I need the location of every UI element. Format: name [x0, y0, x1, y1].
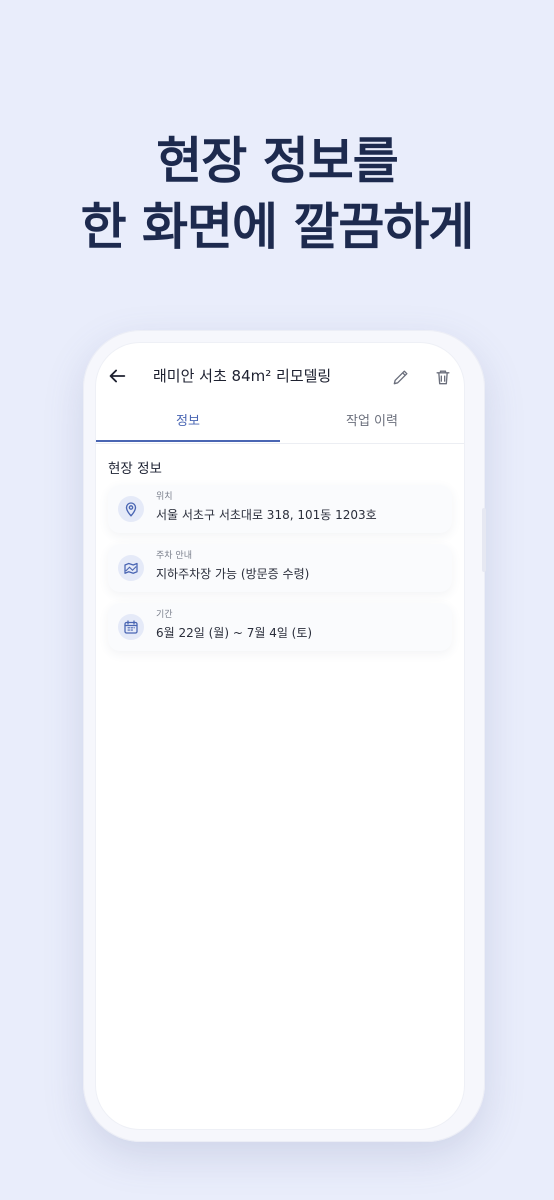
card-value: 지하주차장 가능 (방문증 수령): [156, 567, 310, 581]
card-value: 서울 서초구 서초대로 318, 101동 1203호: [156, 508, 377, 522]
card-label: 주차 안내: [156, 551, 192, 561]
info-card-period[interactable]: 기간 6월 22일 (월) ~ 7월 4일 (토): [108, 603, 452, 651]
card-label: 위치: [156, 492, 173, 502]
tab-work-history[interactable]: 작업 이력: [280, 409, 464, 444]
back-arrow-icon[interactable]: [106, 365, 128, 387]
info-card-location[interactable]: 위치 서울 서초구 서초대로 318, 101동 1203호: [108, 485, 452, 533]
active-tab-indicator: [96, 440, 280, 442]
info-card-parking[interactable]: 주차 안내 지하주차장 가능 (방문증 수령): [108, 544, 452, 592]
phone-screen: 래미안 서초 84m² 리모델링 정보 작업 이력 현장 정보 위치 서울 서초…: [96, 343, 464, 1129]
pencil-icon[interactable]: [391, 367, 411, 387]
calendar-icon: [118, 614, 144, 640]
tab-info[interactable]: 정보: [96, 409, 280, 444]
hero-headline: 현장 정보를 한 화면에 깔끔하게: [0, 128, 554, 260]
location-pin-icon: [118, 496, 144, 522]
app-bar: 래미안 서초 84m² 리모델링: [96, 343, 464, 411]
tab-bar: 정보 작업 이력: [96, 409, 464, 444]
parking-map-icon: [118, 555, 144, 581]
card-value: 6월 22일 (월) ~ 7월 4일 (토): [156, 626, 313, 640]
hero-line-1: 현장 정보를: [156, 132, 398, 190]
phone-side-button: [482, 508, 486, 572]
card-label: 기간: [156, 610, 173, 620]
section-title: 현장 정보: [108, 461, 162, 477]
page-title: 래미안 서초 84m² 리모델링: [153, 367, 332, 385]
trash-icon[interactable]: [433, 367, 453, 387]
hero-line-2: 한 화면에 깔끔하게: [80, 198, 475, 256]
